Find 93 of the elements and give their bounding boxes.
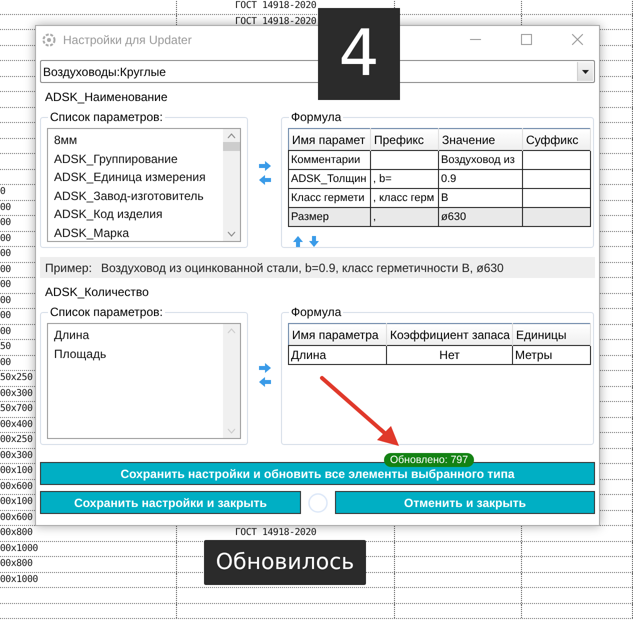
column-header[interactable]: Значение: [438, 128, 522, 150]
maximize-icon[interactable]: [520, 34, 532, 45]
sheet-cell-text: 00: [0, 202, 11, 212]
sheet-cell-text: 00x1000: [0, 542, 38, 554]
right-arrow-icon[interactable]: [258, 160, 272, 172]
list-item[interactable]: ADSK_Код изделия: [54, 205, 223, 224]
sheet-cell-text: 00x100: [0, 496, 33, 507]
window-title: Настройки для Updater: [63, 32, 193, 46]
left-arrow-icon[interactable]: [258, 376, 272, 388]
sheet-cell-text: ГОСТ 14918-2020: [235, 16, 316, 26]
parameter-listbox[interactable]: 8мм ADSK_Группирование ADSK_Единица измерения ADSK_Завод-изготовитель ADSK_Код изделия ADSK_Марка: [47, 128, 241, 242]
sheet-cell-text: 00: [0, 356, 11, 368]
table-cell: , класс герм: [370, 188, 438, 208]
sheet-cell-text: 50: [0, 341, 11, 352]
table-cell: Длина: [288, 346, 386, 364]
sheet-cell-text: 50x250: [0, 372, 33, 383]
parameter-label: ADSK_Количество: [44, 284, 150, 301]
sheet-cell-text: ГОСТ 14918-2020: [235, 527, 316, 538]
scroll-up-icon[interactable]: [227, 133, 236, 139]
table-cell: [370, 150, 438, 170]
sheet-cell-text: 00: [0, 310, 11, 321]
table-cell: ADSK_Толщин: [288, 170, 370, 188]
sheet-cell-text: 00: [0, 232, 11, 244]
group-title: Список параметров:: [49, 110, 164, 124]
sheet-cell-text: 50x700: [0, 403, 33, 414]
sheet-cell-text: 00: [0, 217, 11, 228]
app-icon: [42, 32, 56, 46]
close-icon[interactable]: [572, 34, 582, 45]
right-arrow-icon[interactable]: [258, 362, 272, 374]
group-title: Формула: [290, 110, 342, 124]
caption-label: Обновилось: [204, 540, 366, 585]
column-header[interactable]: Коэффициент запаса: [386, 324, 512, 346]
column-header[interactable]: Имя парамет: [288, 128, 370, 150]
sheet-cell-text: 00: [0, 326, 11, 336]
sheet-cell-text: 00x800: [0, 527, 33, 538]
table-cell: [522, 188, 590, 208]
down-arrow-icon[interactable]: [308, 235, 320, 248]
list-item[interactable]: ADSK_Группирование: [54, 150, 223, 168]
sheet-cell-text: 00x300: [0, 450, 33, 460]
table-cell: Класс гермети: [288, 188, 370, 208]
sheet-cell-text: 00x600: [0, 512, 33, 522]
table-cell: , b=: [370, 170, 438, 188]
sheet-cell-text: 00x800: [0, 558, 33, 569]
sheet-cell-text: 00x1000: [0, 574, 38, 584]
table-cell: ø630: [438, 208, 522, 226]
sheet-cell-text: 00x100: [0, 465, 33, 476]
column-header[interactable]: Префикс: [370, 128, 438, 150]
group-title: Формула: [290, 305, 342, 319]
parameter-label: ADSK_Наименование: [44, 89, 169, 106]
example-label: Пример:: [45, 260, 92, 274]
scroll-thumb[interactable]: [223, 142, 240, 151]
sheet-cell-text: 00x300: [0, 388, 33, 398]
minimize-icon[interactable]: [470, 39, 480, 40]
scrollbar[interactable]: [223, 129, 240, 241]
table-cell: Нет: [386, 346, 512, 364]
updated-count-badge: Обновлено: 797: [384, 453, 474, 467]
table-cell: ,: [370, 208, 438, 226]
table-cell: [522, 208, 590, 226]
sheet-cell-text: ГОСТ 14918-2020: [235, 0, 316, 11]
sheet-cell-text: 00x250: [0, 434, 33, 445]
list-item[interactable]: Длина: [54, 326, 223, 344]
list-item[interactable]: ADSK_Единица измерения: [54, 168, 223, 186]
table-cell: Метры: [512, 346, 590, 364]
table-cell: Комментарии: [288, 150, 370, 170]
table-cell: [522, 170, 590, 188]
list-item[interactable]: ADSK_Завод-изготовитель: [54, 186, 223, 205]
up-arrow-icon[interactable]: [292, 235, 304, 248]
table-cell: Воздуховод из: [438, 150, 522, 170]
sheet-cell-text: 0: [0, 186, 6, 197]
scroll-down-icon[interactable]: [227, 231, 236, 237]
table-cell: 0.9: [438, 170, 522, 188]
step-number-badge: 4: [318, 8, 400, 100]
sheet-cell-text: 00: [0, 248, 11, 259]
table-cell: [522, 150, 590, 170]
column-header[interactable]: Имя параметра: [288, 324, 386, 346]
group-title: Список параметров:: [49, 305, 164, 319]
sheet-cell-text: 00: [0, 279, 11, 290]
dropdown-caret-icon: [582, 70, 589, 74]
column-header[interactable]: Единицы: [512, 324, 590, 346]
sheet-cell-text: 00x600: [0, 480, 33, 492]
example-text: Воздуховод из оцинкованной стали, b=0.9, класс герметичности В, ø630: [100, 260, 504, 274]
sheet-cell-text: 00x400: [0, 418, 33, 430]
left-arrow-icon[interactable]: [258, 174, 272, 186]
parameter-listbox[interactable]: Длина Площадь: [47, 323, 241, 439]
sheet-cell-text: 00: [0, 294, 11, 306]
list-item[interactable]: ADSK_Марка: [54, 224, 223, 242]
table-cell: Размер: [288, 208, 370, 226]
list-item[interactable]: 8мм: [54, 131, 223, 150]
spinner-circle-icon: [308, 492, 328, 512]
column-header[interactable]: Суффикс: [522, 128, 590, 150]
table-cell: В: [438, 188, 522, 208]
list-item[interactable]: Площадь: [54, 344, 223, 363]
sheet-cell-text: 00: [0, 264, 11, 274]
